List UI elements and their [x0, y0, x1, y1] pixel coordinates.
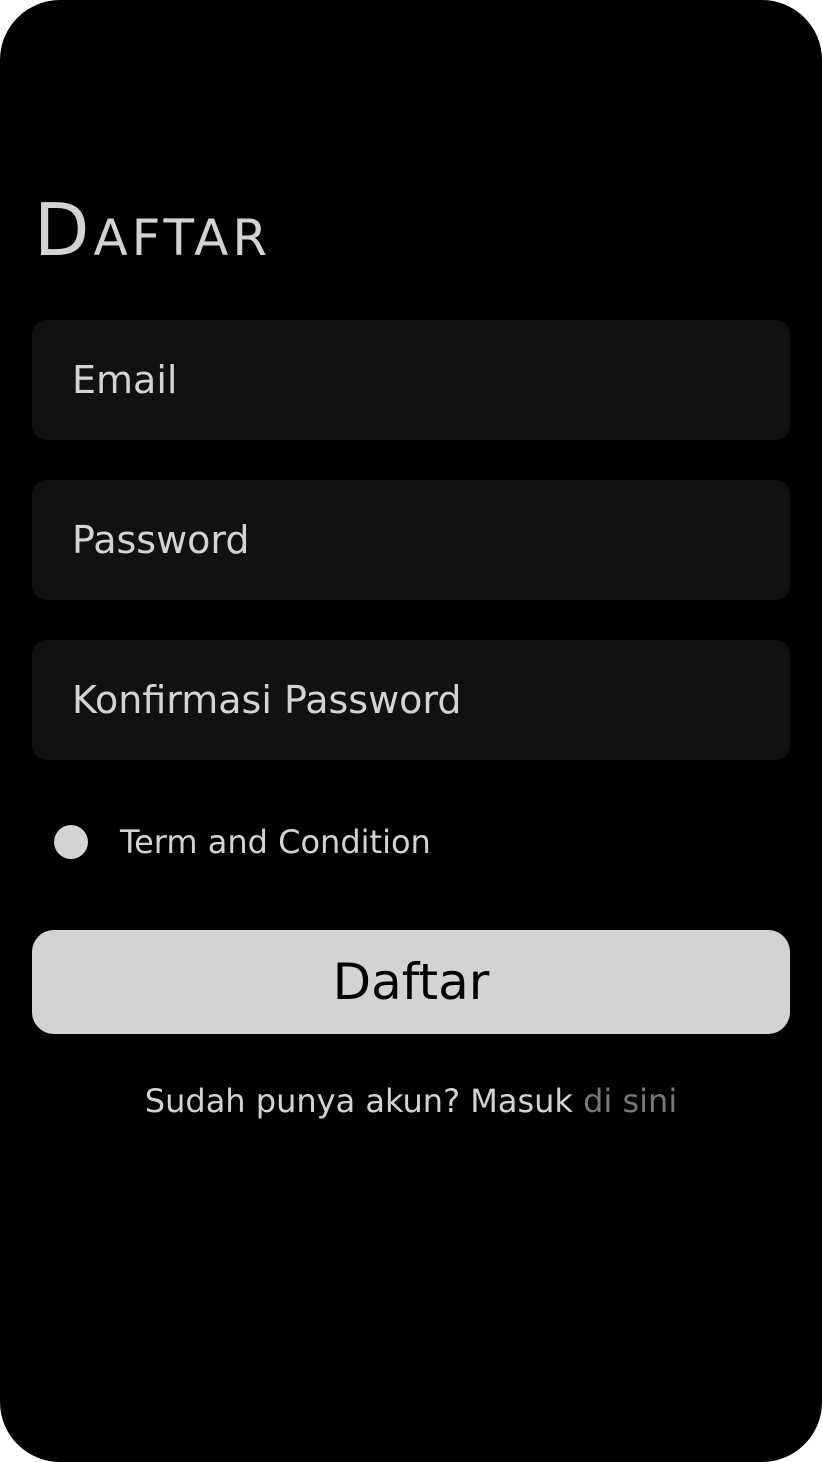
- password-input[interactable]: [32, 480, 790, 600]
- login-link[interactable]: di sini: [583, 1082, 677, 1120]
- login-prompt-text: Sudah punya akun? Masuk: [144, 1082, 573, 1120]
- confirm-password-input[interactable]: [32, 640, 790, 760]
- terms-row: Term and Condition: [54, 812, 431, 872]
- email-input[interactable]: [32, 320, 790, 440]
- email-field-container: [32, 320, 790, 440]
- register-screen: Daftar Term and Condition Daftar Sudah p…: [0, 0, 822, 1462]
- terms-radio[interactable]: [54, 825, 88, 859]
- confirm-password-field-container: [32, 640, 790, 760]
- password-field-container: [32, 480, 790, 600]
- login-prompt: Sudah punya akun? Masuk di sini: [0, 1075, 822, 1127]
- register-button[interactable]: Daftar: [32, 930, 790, 1034]
- terms-label: Term and Condition: [120, 823, 431, 861]
- page-title: Daftar: [34, 188, 272, 272]
